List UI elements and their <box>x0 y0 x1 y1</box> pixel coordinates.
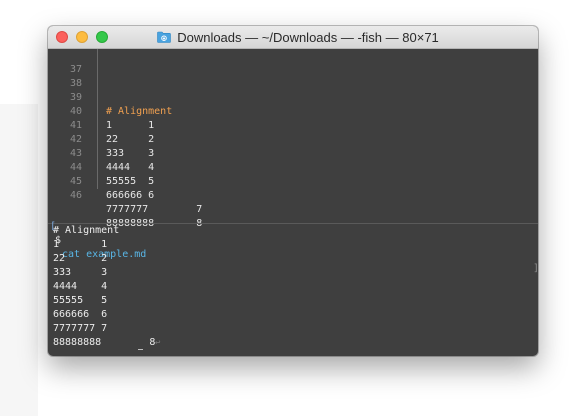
return-arrow-icon: ↩ <box>155 338 161 348</box>
editor-line: 41 333 3 <box>48 105 538 159</box>
text-cursor <box>138 349 143 350</box>
gutter-line <box>97 133 98 147</box>
editor-line: 38 # Alignment <box>48 63 538 117</box>
gutter-line <box>97 77 98 91</box>
gutter-line <box>97 147 98 161</box>
gutter-line <box>97 105 98 119</box>
output-line: 1 1 <box>53 239 108 250</box>
gutter-line <box>97 91 98 105</box>
title-bar[interactable]: Downloads — ~/Downloads — -fish — 80×71 <box>48 26 538 49</box>
shell-pane[interactable]: [ $ cat example.md ] # Alignment 1 1 22 … <box>48 202 538 356</box>
output-line: 666666 6 <box>53 309 108 320</box>
background-panel <box>0 104 38 416</box>
editor-line: 45 7777777 7 <box>48 161 538 215</box>
output-line: 55555 5 <box>53 295 108 306</box>
gutter-line <box>97 175 98 189</box>
editor-line: 43 55555 5 <box>48 133 538 187</box>
line-number: 46 <box>69 190 82 201</box>
prompt-line: [ $ cat example.md ] <box>48 206 538 274</box>
gutter-line <box>97 63 98 77</box>
output-line: 333 3 <box>53 267 108 278</box>
folder-icon <box>157 31 172 43</box>
output-line: 7777777 7 <box>53 323 108 334</box>
gutter-line <box>97 49 98 63</box>
editor-line: 39 1 1 <box>48 77 538 131</box>
editor-pane[interactable]: 37 38 # Alignment 39 1 1 40 22 2 41 333 … <box>48 49 538 229</box>
editor-line: 44 666666 6 <box>48 147 538 201</box>
output-line: 4444 4 <box>53 281 108 292</box>
terminal-window: Downloads — ~/Downloads — -fish — 80×71 … <box>48 26 538 356</box>
editor-line: 37 <box>48 49 538 75</box>
editor-line: 40 22 2 <box>48 91 538 145</box>
editor-line: 42 4444 4 <box>48 119 538 173</box>
line-text: 666666 6 <box>106 190 155 201</box>
output-line: # Alignment <box>53 225 120 236</box>
output-line: 22 2 <box>53 253 108 264</box>
gutter-line <box>97 119 98 133</box>
editor-line: 46 88888888 8 <box>48 175 538 229</box>
prompt-close-bracket: ] <box>533 262 538 276</box>
window-title: Downloads — ~/Downloads — -fish — 80×71 <box>177 29 439 45</box>
gutter-line <box>97 161 98 175</box>
output-line: 88888888 8 <box>53 337 156 348</box>
window-title-area: Downloads — ~/Downloads — -fish — 80×71 <box>48 26 538 48</box>
